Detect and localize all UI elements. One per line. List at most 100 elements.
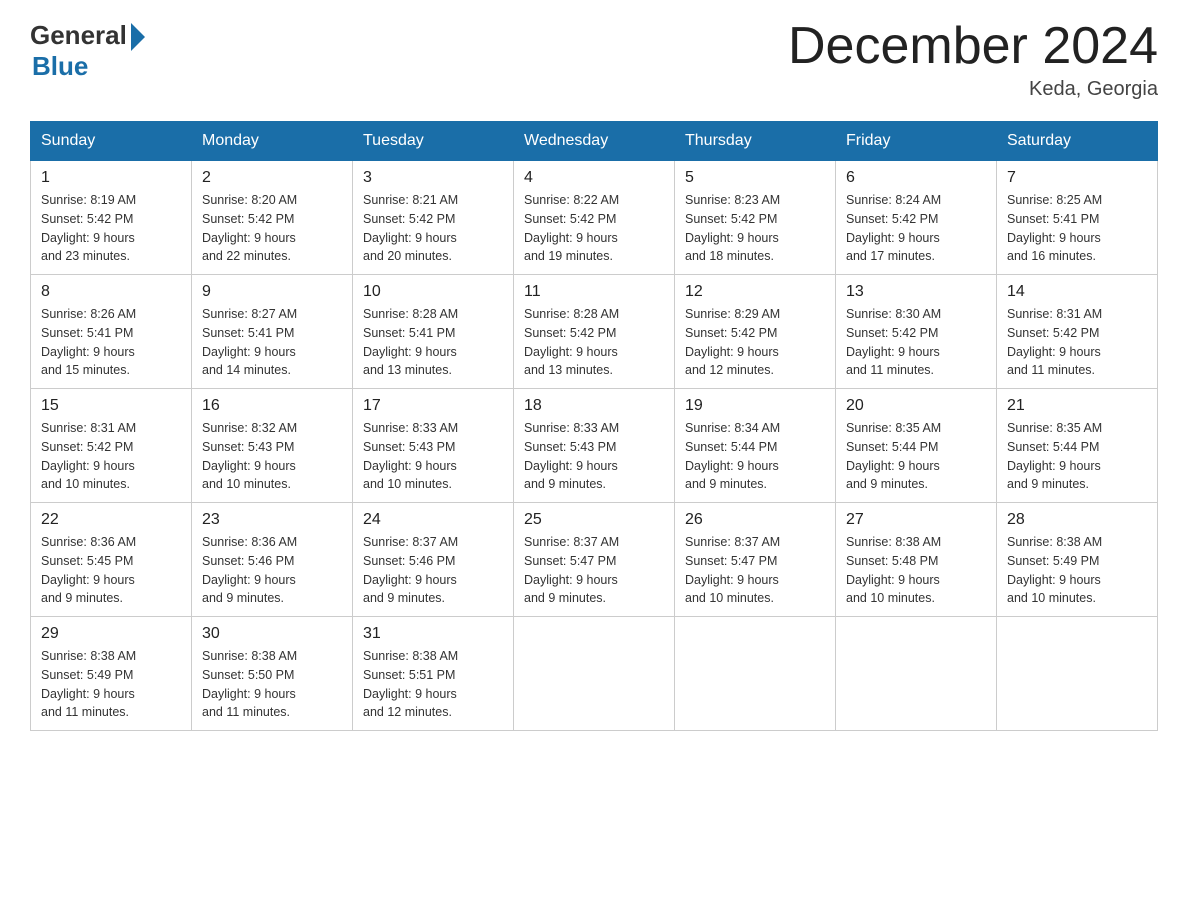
day-number: 10 xyxy=(363,283,503,301)
calendar-week-row: 15 Sunrise: 8:31 AM Sunset: 5:42 PM Dayli… xyxy=(31,389,1158,503)
calendar-cell: 10 Sunrise: 8:28 AM Sunset: 5:41 PM Dayli… xyxy=(353,275,514,389)
calendar-cell: 16Sunrise: 8:32 AM Sunset: 5:43 PM Dayli… xyxy=(192,389,353,503)
day-number: 17 xyxy=(363,397,503,415)
day-number: 30 xyxy=(202,625,342,643)
day-info: Sunrise: 8:29 AM Sunset: 5:42 PM Dayligh… xyxy=(685,305,825,380)
calendar-cell: 11 Sunrise: 8:28 AM Sunset: 5:42 PM Dayli… xyxy=(514,275,675,389)
day-number: 12 xyxy=(685,283,825,301)
calendar-cell: 5Sunrise: 8:23 AM Sunset: 5:42 PM Daylig… xyxy=(675,161,836,275)
day-number: 23 xyxy=(202,511,342,529)
day-info: Sunrise: 8:37 AM Sunset: 5:47 PM Dayligh… xyxy=(524,533,664,608)
day-info: Sunrise: 8:23 AM Sunset: 5:42 PM Dayligh… xyxy=(685,191,825,266)
day-number: 1 xyxy=(41,169,181,187)
calendar-cell: 24 Sunrise: 8:37 AM Sunset: 5:46 PM Dayli… xyxy=(353,503,514,617)
calendar-cell: 4 Sunrise: 8:22 AM Sunset: 5:42 PM Daylig… xyxy=(514,161,675,275)
weekday-header-tuesday: Tuesday xyxy=(353,122,514,161)
day-number: 19 xyxy=(685,397,825,415)
day-number: 24 xyxy=(363,511,503,529)
weekday-header-monday: Monday xyxy=(192,122,353,161)
calendar-cell: 20Sunrise: 8:35 AM Sunset: 5:44 PM Dayli… xyxy=(836,389,997,503)
calendar-cell: 7Sunrise: 8:25 AM Sunset: 5:41 PM Daylig… xyxy=(997,161,1158,275)
calendar-week-row: 8 Sunrise: 8:26 AM Sunset: 5:41 PM Daylig… xyxy=(31,275,1158,389)
weekday-header-saturday: Saturday xyxy=(997,122,1158,161)
day-info: Sunrise: 8:38 AM Sunset: 5:49 PM Dayligh… xyxy=(41,647,181,722)
calendar-cell: 29Sunrise: 8:38 AM Sunset: 5:49 PM Dayli… xyxy=(31,617,192,731)
day-number: 21 xyxy=(1007,397,1147,415)
day-info: Sunrise: 8:31 AM Sunset: 5:42 PM Dayligh… xyxy=(1007,305,1147,380)
calendar-week-row: 1 Sunrise: 8:19 AM Sunset: 5:42 PM Daylig… xyxy=(31,161,1158,275)
day-info: Sunrise: 8:21 AM Sunset: 5:42 PM Dayligh… xyxy=(363,191,503,266)
calendar-cell: 13Sunrise: 8:30 AM Sunset: 5:42 PM Dayli… xyxy=(836,275,997,389)
calendar-cell: 21 Sunrise: 8:35 AM Sunset: 5:44 PM Dayli… xyxy=(997,389,1158,503)
calendar-cell: 3Sunrise: 8:21 AM Sunset: 5:42 PM Daylig… xyxy=(353,161,514,275)
logo-general-text: General xyxy=(30,20,127,51)
day-info: Sunrise: 8:33 AM Sunset: 5:43 PM Dayligh… xyxy=(524,419,664,494)
day-info: Sunrise: 8:35 AM Sunset: 5:44 PM Dayligh… xyxy=(1007,419,1147,494)
day-info: Sunrise: 8:36 AM Sunset: 5:46 PM Dayligh… xyxy=(202,533,342,608)
day-info: Sunrise: 8:31 AM Sunset: 5:42 PM Dayligh… xyxy=(41,419,181,494)
weekday-header-row: SundayMondayTuesdayWednesdayThursdayFrid… xyxy=(31,122,1158,161)
day-info: Sunrise: 8:28 AM Sunset: 5:41 PM Dayligh… xyxy=(363,305,503,380)
calendar-cell: 14 Sunrise: 8:31 AM Sunset: 5:42 PM Dayli… xyxy=(997,275,1158,389)
day-number: 11 xyxy=(524,283,664,301)
day-info: Sunrise: 8:34 AM Sunset: 5:44 PM Dayligh… xyxy=(685,419,825,494)
weekday-header-wednesday: Wednesday xyxy=(514,122,675,161)
day-info: Sunrise: 8:28 AM Sunset: 5:42 PM Dayligh… xyxy=(524,305,664,380)
day-number: 13 xyxy=(846,283,986,301)
logo: General Blue xyxy=(30,20,145,82)
day-number: 26 xyxy=(685,511,825,529)
day-number: 31 xyxy=(363,625,503,643)
title-section: December 2024 Keda, Georgia xyxy=(788,20,1158,101)
calendar-cell: 1 Sunrise: 8:19 AM Sunset: 5:42 PM Daylig… xyxy=(31,161,192,275)
day-number: 15 xyxy=(41,397,181,415)
day-info: Sunrise: 8:33 AM Sunset: 5:43 PM Dayligh… xyxy=(363,419,503,494)
day-info: Sunrise: 8:26 AM Sunset: 5:41 PM Dayligh… xyxy=(41,305,181,380)
day-info: Sunrise: 8:37 AM Sunset: 5:46 PM Dayligh… xyxy=(363,533,503,608)
weekday-header-friday: Friday xyxy=(836,122,997,161)
day-info: Sunrise: 8:19 AM Sunset: 5:42 PM Dayligh… xyxy=(41,191,181,266)
calendar-table: SundayMondayTuesdayWednesdayThursdayFrid… xyxy=(30,121,1158,731)
day-info: Sunrise: 8:37 AM Sunset: 5:47 PM Dayligh… xyxy=(685,533,825,608)
calendar-cell: 8 Sunrise: 8:26 AM Sunset: 5:41 PM Daylig… xyxy=(31,275,192,389)
logo-arrow-icon xyxy=(131,23,145,51)
calendar-cell: 9Sunrise: 8:27 AM Sunset: 5:41 PM Daylig… xyxy=(192,275,353,389)
calendar-cell xyxy=(514,617,675,731)
day-number: 22 xyxy=(41,511,181,529)
calendar-cell: 2 Sunrise: 8:20 AM Sunset: 5:42 PM Daylig… xyxy=(192,161,353,275)
weekday-header-thursday: Thursday xyxy=(675,122,836,161)
day-info: Sunrise: 8:20 AM Sunset: 5:42 PM Dayligh… xyxy=(202,191,342,266)
day-number: 7 xyxy=(1007,169,1147,187)
day-info: Sunrise: 8:36 AM Sunset: 5:45 PM Dayligh… xyxy=(41,533,181,608)
day-number: 27 xyxy=(846,511,986,529)
calendar-cell: 19 Sunrise: 8:34 AM Sunset: 5:44 PM Dayli… xyxy=(675,389,836,503)
day-number: 14 xyxy=(1007,283,1147,301)
calendar-cell xyxy=(675,617,836,731)
calendar-cell: 25Sunrise: 8:37 AM Sunset: 5:47 PM Dayli… xyxy=(514,503,675,617)
page-header: General Blue December 2024 Keda, Georgia xyxy=(30,20,1158,101)
calendar-cell: 26 Sunrise: 8:37 AM Sunset: 5:47 PM Dayli… xyxy=(675,503,836,617)
day-info: Sunrise: 8:38 AM Sunset: 5:48 PM Dayligh… xyxy=(846,533,986,608)
calendar-week-row: 22 Sunrise: 8:36 AM Sunset: 5:45 PM Dayli… xyxy=(31,503,1158,617)
weekday-header-sunday: Sunday xyxy=(31,122,192,161)
calendar-cell: 18Sunrise: 8:33 AM Sunset: 5:43 PM Dayli… xyxy=(514,389,675,503)
day-number: 28 xyxy=(1007,511,1147,529)
day-number: 6 xyxy=(846,169,986,187)
location-label: Keda, Georgia xyxy=(788,78,1158,101)
calendar-cell: 28 Sunrise: 8:38 AM Sunset: 5:49 PM Dayli… xyxy=(997,503,1158,617)
calendar-cell: 22 Sunrise: 8:36 AM Sunset: 5:45 PM Dayli… xyxy=(31,503,192,617)
calendar-cell: 23 Sunrise: 8:36 AM Sunset: 5:46 PM Dayli… xyxy=(192,503,353,617)
day-number: 4 xyxy=(524,169,664,187)
calendar-cell: 15 Sunrise: 8:31 AM Sunset: 5:42 PM Dayli… xyxy=(31,389,192,503)
logo-blue-text: Blue xyxy=(32,51,88,82)
calendar-week-row: 29Sunrise: 8:38 AM Sunset: 5:49 PM Dayli… xyxy=(31,617,1158,731)
day-number: 8 xyxy=(41,283,181,301)
day-info: Sunrise: 8:27 AM Sunset: 5:41 PM Dayligh… xyxy=(202,305,342,380)
day-info: Sunrise: 8:38 AM Sunset: 5:49 PM Dayligh… xyxy=(1007,533,1147,608)
calendar-cell: 30Sunrise: 8:38 AM Sunset: 5:50 PM Dayli… xyxy=(192,617,353,731)
day-number: 2 xyxy=(202,169,342,187)
calendar-cell: 6Sunrise: 8:24 AM Sunset: 5:42 PM Daylig… xyxy=(836,161,997,275)
calendar-cell: 12 Sunrise: 8:29 AM Sunset: 5:42 PM Dayli… xyxy=(675,275,836,389)
calendar-cell: 17 Sunrise: 8:33 AM Sunset: 5:43 PM Dayli… xyxy=(353,389,514,503)
day-info: Sunrise: 8:22 AM Sunset: 5:42 PM Dayligh… xyxy=(524,191,664,266)
day-info: Sunrise: 8:32 AM Sunset: 5:43 PM Dayligh… xyxy=(202,419,342,494)
